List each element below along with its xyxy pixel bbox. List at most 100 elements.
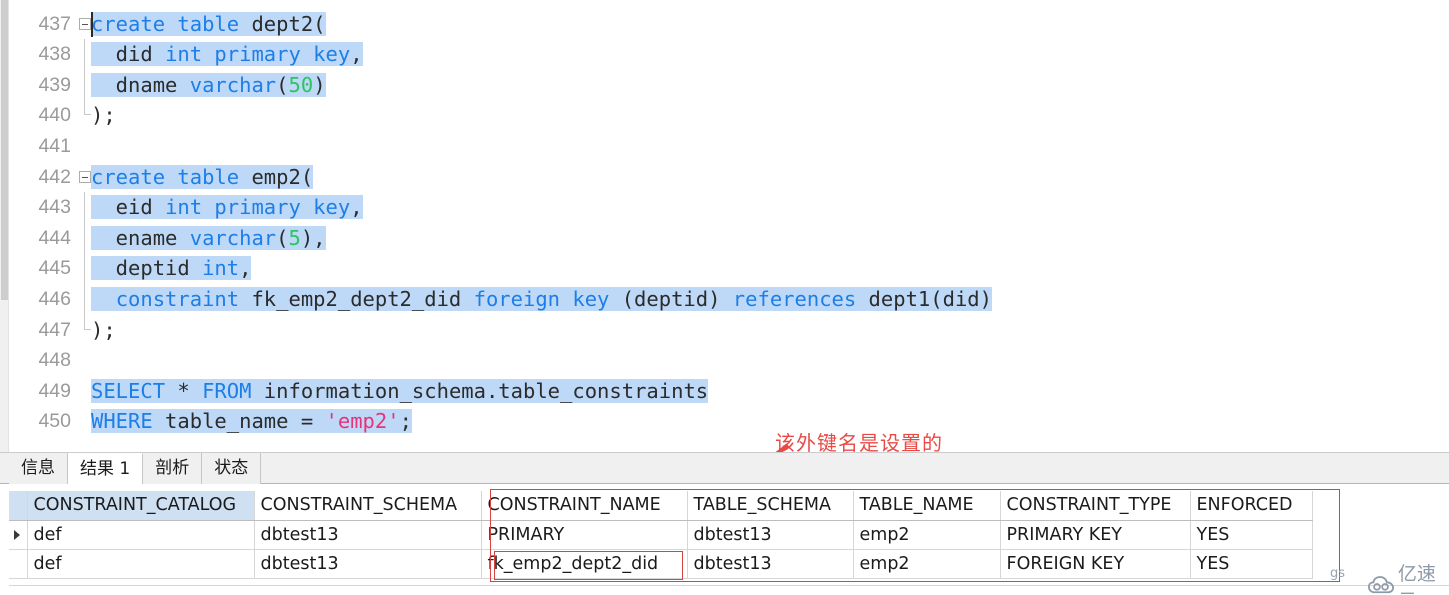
tab-0[interactable]: 信息 (9, 453, 68, 485)
code-token: WHERE (91, 409, 153, 434)
app-root: 436437create table dept2(438 did int pri… (0, 0, 1449, 595)
row-marker-header (9, 491, 28, 521)
grid-cell[interactable]: dbtest13 (254, 520, 482, 550)
grid-cell[interactable]: FOREIGN KEY (1000, 549, 1191, 579)
line-number: 446 (38, 287, 71, 310)
code-token: dept2( (251, 11, 326, 36)
column-header-table-schema[interactable]: TABLE_SCHEMA (687, 491, 854, 521)
tab-list[interactable]: 信息 结果 1 剖析 状态 (9, 453, 262, 485)
code-line[interactable]: 437 create table dept2( (9, 9, 1449, 40)
fold-guide-line (84, 69, 85, 101)
code-line[interactable]: 441 (9, 131, 1449, 162)
tab-2[interactable]: 剖析 (143, 453, 203, 485)
grid-cell[interactable]: YES (1190, 520, 1313, 550)
line-number: 441 (38, 134, 71, 157)
line-number: 449 (38, 379, 71, 402)
current-row-arrow-icon (14, 529, 20, 540)
line-number: 436 (9, 0, 75, 9)
column-header-enforced[interactable]: ENFORCED (1190, 491, 1313, 521)
line-number: 440 (38, 104, 71, 127)
code-text: ); (91, 100, 116, 131)
code-text: did int primary key, (91, 39, 363, 70)
table-row[interactable]: def dbtest13 PRIMARY dbtest13 emp2 PRIMARY KE… (9, 520, 1313, 550)
code-token: fk_emp2_dept2_did (239, 286, 474, 311)
code-line[interactable]: 438 did int primary key, (9, 39, 1449, 70)
result-tabbar: 信息 结果 1 剖析 状态 (0, 452, 1449, 485)
code-token: int primary key (165, 195, 351, 220)
grid-body[interactable]: def dbtest13 PRIMARY dbtest13 emp2 PRIMARY KE… (9, 520, 1313, 579)
fold-guide-end (84, 100, 91, 116)
code-line[interactable]: 443 eid int primary key, (9, 192, 1449, 223)
code-token (91, 286, 116, 311)
editor-scrollbar-thumb[interactable] (1, 0, 8, 300)
code-line[interactable]: 446 constraint fk_emp2_dept2_did foreign… (9, 283, 1449, 315)
grid-cell[interactable]: YES (1190, 549, 1313, 579)
column-header-constraint-schema[interactable]: CONSTRAINT_SCHEMA (254, 491, 482, 521)
column-header-constraint-type[interactable]: CONSTRAINT_TYPE (1000, 491, 1191, 521)
code-line[interactable]: 450 WHERE table_name = 'emp2'; (9, 406, 1449, 437)
grid-cell[interactable]: dbtest13 (254, 549, 482, 579)
code-line[interactable]: 449 SELECT * FROM information_schema.tabl… (9, 376, 1449, 407)
code-line[interactable]: 444 ename varchar(5), (9, 222, 1449, 254)
grid-cell[interactable]: PRIMARY KEY (1000, 520, 1191, 550)
fold-guide-line (84, 222, 85, 254)
result-grid[interactable]: CONSTRAINT_CATALOG CONSTRAINT_SCHEMA CONST… (9, 491, 1313, 579)
fold-guide-line (84, 192, 85, 223)
column-header-constraint-catalog[interactable]: CONSTRAINT_CATALOG (27, 491, 255, 521)
code-line[interactable]: 442 create table emp2( (9, 162, 1449, 193)
grid-cell[interactable]: def (27, 549, 255, 579)
code-token: ( (276, 72, 289, 97)
code-text: ); (91, 315, 116, 346)
code-token: emp2( (251, 164, 314, 189)
code-token: , (239, 256, 252, 281)
row-marker[interactable] (9, 520, 28, 550)
code-line[interactable]: 448 (9, 345, 1449, 376)
code-line[interactable]: 440); (9, 100, 1449, 131)
grid-cell[interactable]: emp2 (853, 549, 1001, 579)
code-token: , (350, 42, 363, 67)
code-text: create table dept2( (91, 9, 326, 40)
grid-cell[interactable]: PRIMARY (481, 520, 688, 550)
table-row[interactable]: def dbtest13 fk_emp2_dept2_did dbtest13 emp2… (9, 549, 1313, 579)
code-token: deptid (91, 256, 203, 281)
code-token: ) (313, 72, 326, 97)
row-marker[interactable] (9, 549, 28, 579)
code-token: 5 (288, 225, 301, 250)
cloud-logo-icon (1368, 576, 1394, 594)
column-header-table-name[interactable]: TABLE_NAME (853, 491, 1001, 521)
watermark-text: 亿速云 (1397, 563, 1436, 595)
fold-collapse-icon[interactable] (79, 17, 91, 30)
tab-1[interactable]: 结果 1 (68, 453, 144, 485)
fold-guide-line (84, 39, 85, 70)
column-header-constraint-name[interactable]: CONSTRAINT_NAME (481, 491, 688, 521)
fold-guide-line (84, 283, 85, 315)
line-number: 438 (38, 43, 71, 66)
code-token: varchar (189, 225, 277, 250)
grid-cell[interactable]: fk_emp2_dept2_did (481, 549, 688, 579)
sql-editor[interactable]: 436437create table dept2(438 did int pri… (0, 0, 1449, 452)
code-token: 50 (288, 72, 314, 97)
code-line[interactable]: 445 deptid int, (9, 253, 1449, 284)
code-token: foreign key (473, 286, 610, 311)
fold-collapse-icon[interactable] (79, 170, 91, 183)
tab-3[interactable]: 状态 (202, 453, 262, 485)
code-token: ); (91, 103, 116, 128)
code-token: 'emp2' (325, 409, 400, 434)
line-number: 437 (38, 12, 71, 35)
code-token: dname (91, 72, 190, 97)
grid-cell[interactable]: def (27, 520, 255, 550)
code-lines-container[interactable]: 436437create table dept2(438 did int pri… (9, 0, 1449, 437)
result-grid-panel[interactable]: CONSTRAINT_CATALOG CONSTRAINT_SCHEMA CONST… (0, 484, 1449, 595)
code-text: SELECT * FROM information_schema.table_c… (91, 376, 709, 407)
grid-cell[interactable]: dbtest13 (687, 549, 854, 579)
code-text: create table emp2( (91, 162, 314, 193)
code-text: WHERE table_name = 'emp2'; (91, 406, 412, 437)
line-number: 443 (38, 196, 71, 219)
code-line[interactable]: 439 dname varchar(50) (9, 69, 1449, 101)
grid-cell[interactable]: dbtest13 (687, 520, 854, 550)
code-token: SELECT (91, 378, 166, 403)
code-line[interactable]: 447); (9, 314, 1449, 346)
grid-cell[interactable]: emp2 (853, 520, 1001, 550)
editor-vertical-scrollbar[interactable] (0, 0, 9, 452)
code-token: (deptid) (609, 286, 733, 311)
